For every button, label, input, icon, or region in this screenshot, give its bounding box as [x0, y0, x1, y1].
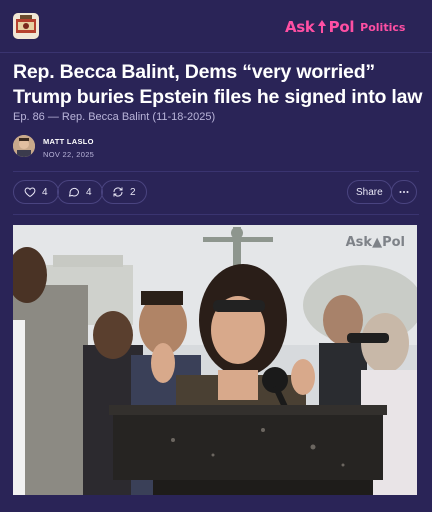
post-subtitle: Ep. 86 — Rep. Becca Balint (11-18-2025) [13, 111, 216, 123]
post-hero-image[interactable]: Ask▲Pol [13, 225, 417, 495]
restack-button[interactable]: 2 [101, 180, 147, 204]
publication-logo-image [13, 13, 39, 39]
restack-icon [113, 187, 123, 197]
comment-count: 4 [86, 186, 92, 198]
brand-ask: Ask [285, 18, 315, 36]
like-count: 4 [42, 186, 48, 198]
top-bar: Ask Pol Politics [0, 0, 432, 53]
share-label: Share [356, 186, 383, 198]
pin-icon [317, 20, 326, 33]
comment-icon [68, 187, 80, 197]
post-date: NOV 22, 2025 [43, 150, 95, 159]
watermark-pol: Pol [382, 235, 405, 250]
author-avatar[interactable] [13, 135, 35, 157]
heart-icon [24, 187, 36, 198]
author-name[interactable]: MATT LASLO [43, 137, 94, 146]
more-horizontal-icon [399, 191, 409, 193]
avatar-image [13, 135, 35, 157]
comment-button[interactable]: 4 [57, 180, 103, 204]
restack-count: 2 [130, 186, 136, 198]
more-button[interactable] [391, 180, 417, 204]
brand-pol: Pol [328, 18, 355, 36]
watermark-ask: Ask [345, 235, 373, 250]
brand-politics: Politics [360, 20, 406, 34]
divider-bottom [13, 214, 419, 215]
divider-top [13, 171, 419, 172]
post-title: Rep. Becca Balint, Dems “very worried” T… [13, 61, 423, 108]
like-button[interactable]: 4 [13, 180, 59, 204]
share-button[interactable]: Share [347, 180, 392, 204]
image-watermark: Ask▲Pol [346, 235, 405, 250]
publication-logo[interactable] [13, 13, 39, 39]
watermark-pin-icon: ▲ [372, 235, 383, 250]
press-conference-photo [13, 225, 417, 495]
brand-logo[interactable]: Ask Pol Politics [285, 17, 405, 37]
